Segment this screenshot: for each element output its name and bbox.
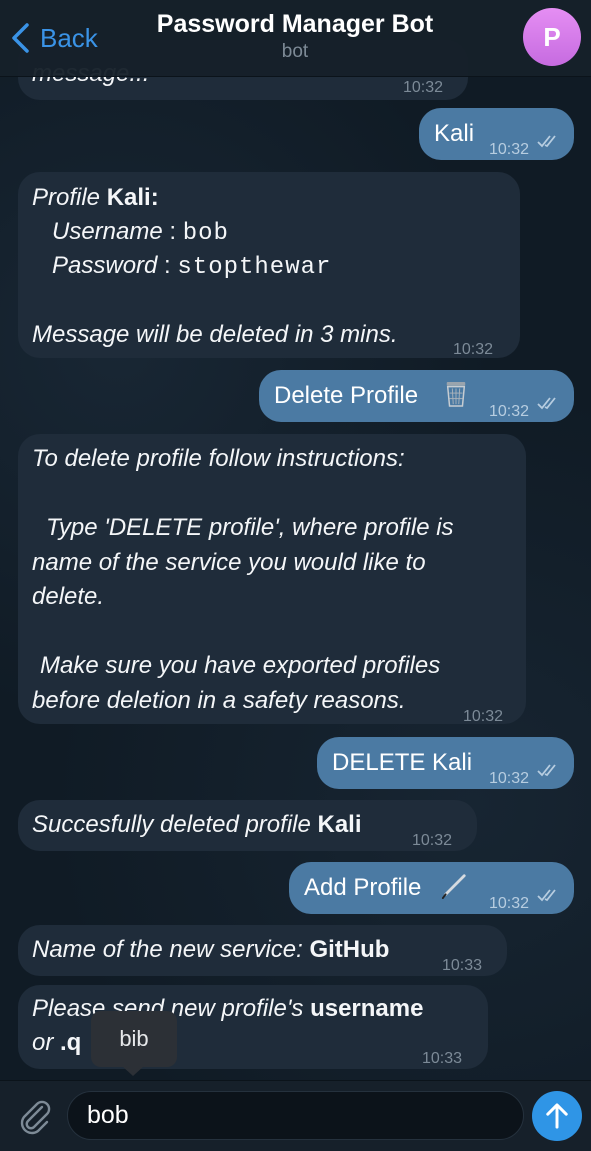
message-incoming: To delete profile follow instructions: T… (18, 434, 526, 725)
message-prefix: or (32, 1029, 61, 1056)
message-incoming: Please send new profile's username or .q… (18, 985, 488, 1069)
message-outgoing: Kali 10:32 (419, 108, 574, 160)
arrow-up-icon (546, 1103, 568, 1129)
double-check-icon (537, 135, 556, 148)
message-incoming: Succesfully deleted profile Kali 10:32 (18, 800, 477, 851)
paperclip-icon[interactable] (14, 1095, 54, 1135)
message-time: 10:33 (422, 1050, 463, 1067)
message-line: delete. (32, 583, 105, 610)
profile-prefix: Profile (32, 184, 107, 211)
autocorrect-suggestion[interactable]: bib (91, 1011, 177, 1067)
chat-title-area[interactable]: Password Manager Bot bot (130, 10, 460, 63)
message-time: 10:32 (463, 708, 504, 725)
message-incoming: Name of the new service: GitHub 10:33 (18, 925, 507, 976)
double-check-icon (537, 889, 556, 902)
message-input[interactable] (67, 1091, 524, 1140)
message-time: 10:32 (489, 141, 530, 158)
double-check-icon (537, 764, 556, 777)
message-prefix: Succesfully deleted profile (32, 811, 318, 838)
password-value[interactable]: stopthewar (177, 254, 331, 281)
username-separator: : (162, 218, 183, 245)
tooltip-tail (122, 1066, 144, 1076)
message-line: or .q (32, 1025, 81, 1060)
message-outgoing: Add Profile 10:32 (289, 862, 574, 914)
back-button[interactable]: Back (10, 18, 98, 58)
message-text: Delete Profile (274, 382, 419, 409)
message-outgoing: Delete Profile 10:32 (259, 370, 574, 422)
message-outgoing: DELETE Kali 10:32 (317, 737, 574, 789)
chat-title: Password Manager Bot (156, 10, 434, 38)
message-text: Kali (434, 120, 475, 147)
wastebasket-icon (446, 382, 466, 407)
chat-header: Back Password Manager Bot bot P (0, 0, 591, 77)
password-line: Password : stopthewar (52, 248, 331, 285)
profile-heading: Profile Kali: (32, 180, 159, 215)
message-prefix: Name of the new service: (32, 936, 310, 963)
composer-bar (0, 1080, 591, 1151)
double-check-icon (537, 397, 556, 410)
username-label: Username (52, 218, 163, 245)
service-name: GitHub (309, 936, 390, 963)
deletion-notice: Message will be deleted in 3 mins. (32, 321, 398, 348)
chat-subtitle: bot (281, 41, 309, 62)
message-bold: .q (60, 1029, 82, 1056)
message-time: 10:33 (442, 957, 483, 974)
password-separator: : (157, 252, 178, 279)
send-button[interactable] (532, 1091, 582, 1141)
message-time: 10:32 (489, 770, 530, 787)
message-time: 10:32 (453, 341, 494, 358)
message-incoming: Profile Kali: Username : bob Password : … (18, 172, 520, 358)
message-text: Add Profile (304, 874, 422, 901)
username-line: Username : bob (52, 214, 229, 251)
message-time: 10:32 (489, 403, 530, 420)
message-text: Name of the new service: GitHub (32, 932, 389, 967)
message-text: DELETE Kali (332, 749, 473, 776)
message-line: Type 'DELETE profile', where profile is (46, 514, 454, 541)
message-time: 10:32 (412, 832, 453, 849)
back-label: Back (40, 22, 98, 53)
message-text: Succesfully deleted profile Kali (32, 807, 362, 842)
password-label: Password (52, 252, 158, 279)
message-line: before deletion in a safety reasons. (32, 687, 406, 714)
message-line: name of the service you would like to (32, 549, 426, 576)
profile-name: Kali: (106, 184, 159, 211)
pen-icon (441, 874, 466, 899)
username-value[interactable]: bob (183, 220, 229, 247)
chevron-left-icon (12, 23, 29, 53)
avatar[interactable]: P (523, 8, 581, 66)
message-bold: username (310, 995, 424, 1022)
message-line: To delete profile follow instructions: (32, 445, 405, 472)
profile-name: Kali (317, 811, 362, 838)
message-time: 10:32 (489, 895, 530, 912)
message-line: Make sure you have exported profiles (40, 652, 441, 679)
